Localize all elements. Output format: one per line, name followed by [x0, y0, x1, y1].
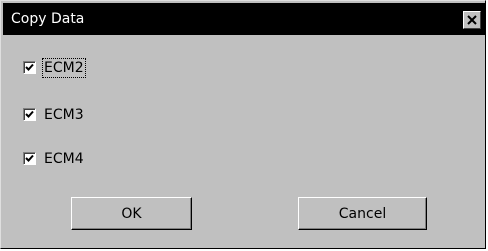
ok-button[interactable]: OK [71, 197, 192, 230]
cancel-button[interactable]: Cancel [298, 197, 427, 230]
close-icon [467, 15, 477, 25]
copy-data-dialog: Copy Data ECM2 ECM3 ECM4 OK Cancel [0, 0, 486, 249]
close-button[interactable] [463, 11, 481, 29]
checkmark-icon [25, 63, 34, 71]
checkbox-label-ecm2[interactable]: ECM2 [42, 58, 86, 78]
checkbox-label-ecm3[interactable]: ECM3 [43, 106, 85, 124]
checkbox-ecm4[interactable] [23, 152, 36, 165]
checkmark-icon [25, 110, 34, 118]
checkbox-ecm3[interactable] [23, 108, 36, 121]
window-title: Copy Data [11, 11, 85, 27]
checkmark-icon [25, 154, 34, 162]
checkbox-label-ecm4[interactable]: ECM4 [43, 150, 85, 168]
title-bar[interactable]: Copy Data [3, 3, 485, 35]
checkbox-ecm2[interactable] [23, 61, 36, 74]
